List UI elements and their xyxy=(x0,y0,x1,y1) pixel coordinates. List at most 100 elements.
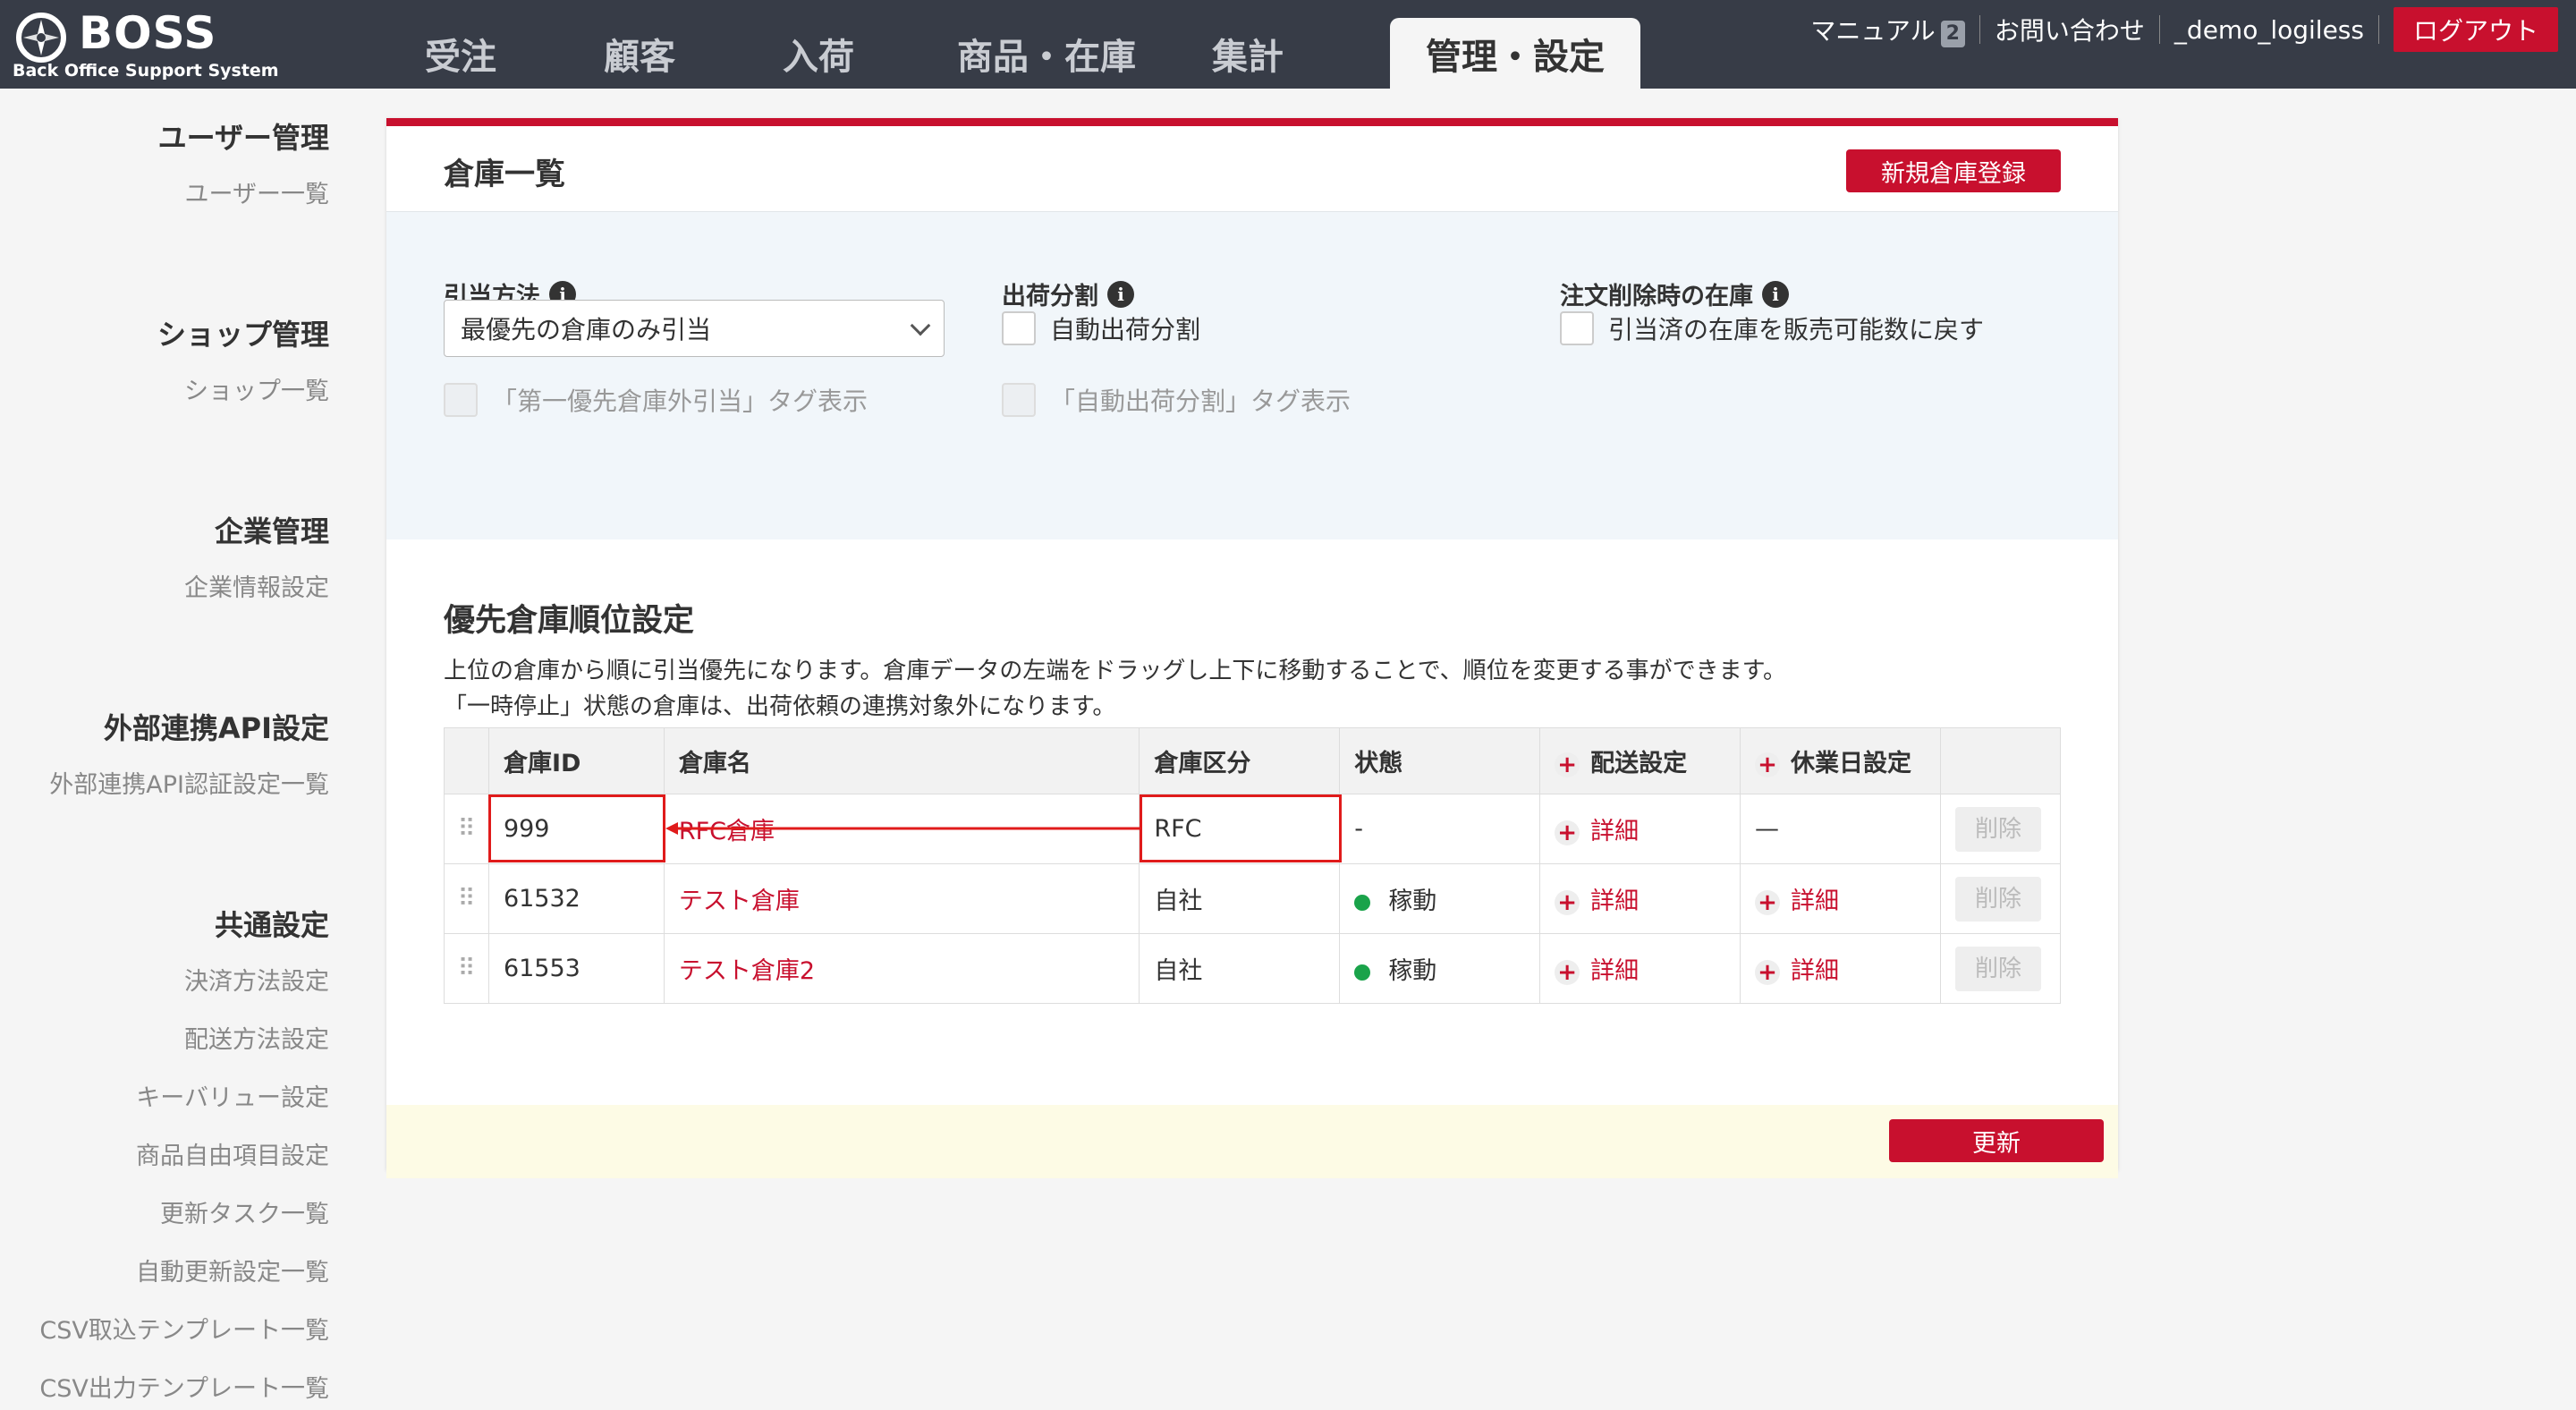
warehouse-name-link: テスト倉庫 xyxy=(663,863,1140,934)
delete-cell: 削除 xyxy=(1939,794,2062,864)
warehouse-settings: 引当方法 i 最優先の倉庫のみ引当 「第一優先倉庫外引当」タグ表示 出荷分割 i 自… xyxy=(386,211,2118,539)
nav-tab-orders[interactable]: 受注 xyxy=(385,18,537,89)
allocation-tag-checkbox-row: 「第一優先倉庫外引当」タグ表示 xyxy=(444,382,868,418)
header-user-links: マニュアル 2 お問い合わせ _demo_logiless ログアウト xyxy=(1810,7,2576,52)
update-button[interactable]: 更新 xyxy=(1889,1119,2104,1162)
logo-subtitle: Back Office Support System xyxy=(13,61,279,81)
highlight-box-id xyxy=(488,794,665,862)
new-warehouse-button[interactable]: 新規倉庫登録 xyxy=(1846,149,2061,192)
priority-section-title: 優先倉庫順位設定 xyxy=(444,603,695,639)
shipment-split-label: 出荷分割 i xyxy=(1002,276,1134,311)
delete-cell: 削除 xyxy=(1939,863,2062,934)
nav-tab-admin-settings[interactable]: 管理・設定 xyxy=(1390,18,1640,89)
divider xyxy=(1979,15,1980,44)
drag-column-header xyxy=(444,727,489,794)
sidebar-group-title: 共通設定 xyxy=(214,908,329,942)
status-active-icon xyxy=(1354,894,1371,911)
auto-split-checkbox[interactable] xyxy=(1002,311,1036,345)
plus-icon: + xyxy=(1755,959,1781,985)
col-status: 状態 xyxy=(1339,727,1541,794)
col-delete xyxy=(1939,727,2062,794)
plus-icon: + xyxy=(1555,889,1580,915)
allocation-tag-checkbox[interactable] xyxy=(444,383,478,417)
warehouse-id: 61553 xyxy=(487,933,665,1004)
plus-icon: + xyxy=(1555,959,1580,985)
sidebar-item-product-fields[interactable]: 商品自由項目設定 xyxy=(39,1136,329,1171)
nav-tab-reports[interactable]: 集計 xyxy=(1172,18,1324,89)
logout-button[interactable]: ログアウト xyxy=(2393,7,2558,52)
logo-text: BOSS xyxy=(79,7,217,59)
sidebar-item-auto-update[interactable]: 自動更新設定一覧 xyxy=(39,1253,329,1287)
table-row: ⠿ 61553 テスト倉庫2 自社 稼動 + 詳細 + 詳細 削除 xyxy=(444,933,2062,1004)
sidebar-item-csv-import[interactable]: CSV取込テンプレート一覧 xyxy=(39,1311,329,1346)
divider xyxy=(2377,15,2379,44)
split-tag-checkbox-row: 「自動出荷分割」タグ表示 xyxy=(1002,382,1351,418)
warehouse-type: 自社 xyxy=(1139,863,1341,934)
delete-cell: 削除 xyxy=(1939,933,2062,1004)
sidebar-item-company-info[interactable]: 企業情報設定 xyxy=(184,568,329,603)
top-header: BOSS Back Office Support System 受注 顧客 入荷… xyxy=(0,0,2576,89)
chevron-down-icon xyxy=(910,315,931,336)
boss-logo[interactable]: BOSS Back Office Support System xyxy=(11,7,279,83)
status-active-icon xyxy=(1354,964,1371,981)
warehouse-type: 自社 xyxy=(1139,933,1341,1004)
sidebar-item-csv-export[interactable]: CSV出力テンプレート一覧 xyxy=(39,1369,329,1404)
sidebar-group-common: 共通設定 決済方法設定 配送方法設定 キーバリュー設定 商品自由項目設定 更新タ… xyxy=(39,903,329,1404)
nav-tab-customers[interactable]: 顧客 xyxy=(564,18,716,89)
plus-icon: + xyxy=(1755,752,1781,777)
shipping-detail-link[interactable]: + 詳細 xyxy=(1539,933,1741,1004)
manual-link[interactable]: マニュアル 2 xyxy=(1810,12,1965,47)
delete-button[interactable]: 削除 xyxy=(1954,876,2041,922)
restore-stock-checkbox[interactable] xyxy=(1560,311,1594,345)
nav-tab-products-stock[interactable]: 商品・在庫 xyxy=(939,18,1154,89)
delete-button[interactable]: 削除 xyxy=(1954,806,2041,852)
warehouse-status: 稼動 xyxy=(1339,933,1541,1004)
col-warehouse-type: 倉庫区分 xyxy=(1139,727,1341,794)
info-icon[interactable]: i xyxy=(1762,280,1789,308)
info-icon[interactable]: i xyxy=(1107,280,1134,308)
warehouse-status: - xyxy=(1339,794,1541,864)
drag-handle-icon[interactable]: ⠿ xyxy=(444,863,489,934)
col-warehouse-name: 倉庫名 xyxy=(663,727,1140,794)
nav-tab-arrivals[interactable]: 入荷 xyxy=(742,18,894,89)
sidebar-item-user-list[interactable]: ユーザー一覧 xyxy=(158,174,329,209)
col-shipping-settings: + 配送設定 xyxy=(1539,727,1741,794)
priority-description-1: 上位の倉庫から順に引当優先になります。倉庫データの左端をドラッグし上下に移動する… xyxy=(444,658,1786,684)
contact-link[interactable]: お問い合わせ xyxy=(1995,12,2145,47)
sidebar-group-shops: ショップ管理 ショップ一覧 xyxy=(157,312,329,406)
order-delete-stock-label: 注文削除時の在庫 i xyxy=(1560,276,1789,311)
manual-badge: 2 xyxy=(1940,21,1965,47)
shipping-detail-link[interactable]: + 詳細 xyxy=(1539,863,1741,934)
sidebar-item-key-value[interactable]: キーバリュー設定 xyxy=(39,1078,329,1113)
warehouse-status: 稼動 xyxy=(1339,863,1541,934)
sidebar-item-update-tasks[interactable]: 更新タスク一覧 xyxy=(39,1194,329,1229)
logo-mark-icon xyxy=(16,13,66,63)
shipping-detail-link[interactable]: + 詳細 xyxy=(1539,794,1741,864)
restore-stock-checkbox-row: 引当済の在庫を販売可能数に戻す xyxy=(1560,310,1984,346)
priority-description-2: 「一時停止」状態の倉庫は、出荷依頼の連携対象外になります。 xyxy=(444,693,1116,720)
col-warehouse-id: 倉庫ID xyxy=(487,727,665,794)
col-holiday-settings: + 休業日設定 xyxy=(1740,727,1941,794)
sidebar-item-payment[interactable]: 決済方法設定 xyxy=(39,962,329,997)
warehouse-name-link: テスト倉庫2 xyxy=(663,933,1140,1004)
sidebar-item-delivery[interactable]: 配送方法設定 xyxy=(39,1020,329,1055)
holiday-detail-link[interactable]: + 詳細 xyxy=(1740,933,1941,1004)
plus-icon: + xyxy=(1555,752,1580,777)
sidebar-group-users: ユーザー管理 ユーザー一覧 xyxy=(158,115,329,209)
warehouse-id: 61532 xyxy=(487,863,665,934)
plus-icon: + xyxy=(1555,820,1580,845)
drag-handle-icon[interactable]: ⠿ xyxy=(444,794,489,864)
user-name-link[interactable]: _demo_logiless xyxy=(2174,15,2364,45)
page-title: 倉庫一覧 xyxy=(444,157,565,192)
sidebar-group-title: ショップ管理 xyxy=(157,318,329,352)
holiday-detail-link[interactable]: + 詳細 xyxy=(1740,863,1941,934)
drag-handle-icon[interactable]: ⠿ xyxy=(444,933,489,1004)
sidebar-item-api-auth[interactable]: 外部連携API認証設定一覧 xyxy=(49,765,329,800)
form-footer: 更新 xyxy=(386,1105,2118,1178)
annotation-arrow-icon xyxy=(665,822,1142,835)
delete-button[interactable]: 削除 xyxy=(1954,946,2041,991)
allocation-method-select[interactable]: 最優先の倉庫のみ引当 xyxy=(444,300,945,357)
sidebar-group-api: 外部連携API設定 外部連携API認証設定一覧 xyxy=(49,706,329,800)
sidebar-item-shop-list[interactable]: ショップ一覧 xyxy=(157,371,329,406)
split-tag-checkbox[interactable] xyxy=(1002,383,1036,417)
